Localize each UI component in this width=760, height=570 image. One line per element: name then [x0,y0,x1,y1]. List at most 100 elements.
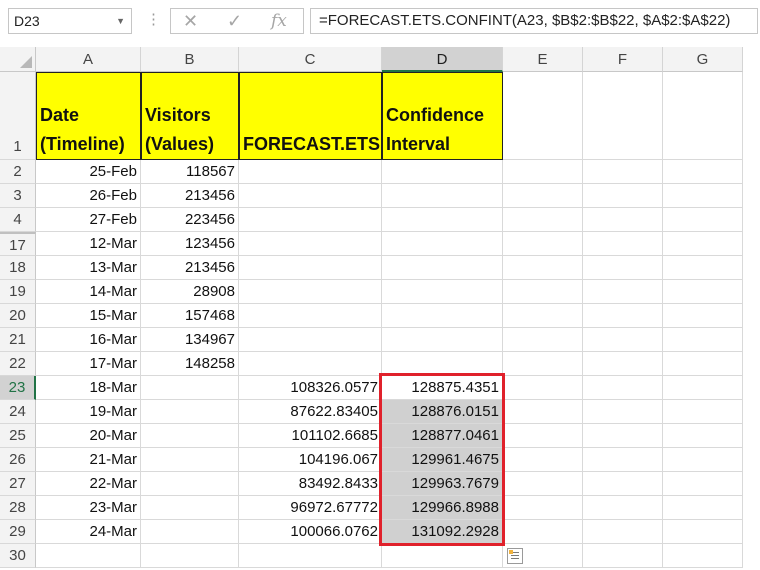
cell-f19[interactable] [583,280,663,304]
chevron-down-icon[interactable]: ▼ [116,9,125,33]
cell-c20[interactable] [239,304,382,328]
cell-d17[interactable] [382,232,503,256]
cell-d21[interactable] [382,328,503,352]
column-header-f[interactable]: F [583,47,663,72]
row-header-1[interactable]: 1 [0,72,36,160]
row-header-26[interactable]: 26 [0,448,36,472]
cell-b28[interactable] [141,496,239,520]
cell-f18[interactable] [583,256,663,280]
cell-f17[interactable] [583,232,663,256]
cell-c22[interactable] [239,352,382,376]
cell-a28[interactable]: 23-Mar [36,496,141,520]
cell-a30[interactable] [36,544,141,568]
cell-f25[interactable] [583,424,663,448]
cell-c18[interactable] [239,256,382,280]
header-cell-b[interactable]: Visitors (Values) [141,72,239,160]
cell-g17[interactable] [663,232,743,256]
cancel-icon[interactable]: ✕ [183,11,198,32]
column-header-e[interactable]: E [503,47,583,72]
cell-f3[interactable] [583,184,663,208]
cell-g18[interactable] [663,256,743,280]
cell-e28[interactable] [503,496,583,520]
cell-b19[interactable]: 28908 [141,280,239,304]
header-cell-d[interactable]: Confidence Interval [382,72,503,160]
cell-a29[interactable]: 24-Mar [36,520,141,544]
row-header-23[interactable]: 23 [0,376,36,400]
cell-b18[interactable]: 213456 [141,256,239,280]
cell-c27[interactable]: 83492.8433 [239,472,382,496]
cell-f28[interactable] [583,496,663,520]
cell-c23[interactable]: 108326.0577 [239,376,382,400]
cell-e24[interactable] [503,400,583,424]
cell-g25[interactable] [663,424,743,448]
cell-c2[interactable] [239,160,382,184]
cell-a19[interactable]: 14-Mar [36,280,141,304]
column-header-a[interactable]: A [36,47,141,72]
cell-d19[interactable] [382,280,503,304]
cell-d20[interactable] [382,304,503,328]
column-header-d[interactable]: D [382,47,503,72]
cell-g4[interactable] [663,208,743,232]
column-header-c[interactable]: C [239,47,382,72]
cell-b25[interactable] [141,424,239,448]
cell-e19[interactable] [503,280,583,304]
header-cell-c[interactable]: FORECAST.ETS [239,72,382,160]
cell-g26[interactable] [663,448,743,472]
enter-icon[interactable]: ✓ [227,11,242,32]
cell-d3[interactable] [382,184,503,208]
cell-a22[interactable]: 17-Mar [36,352,141,376]
cell-e20[interactable] [503,304,583,328]
cell-c25[interactable]: 101102.6685 [239,424,382,448]
cell-a20[interactable]: 15-Mar [36,304,141,328]
cell-f2[interactable] [583,160,663,184]
empty-cell[interactable] [503,72,583,160]
cell-a3[interactable]: 26-Feb [36,184,141,208]
cell-b30[interactable] [141,544,239,568]
select-all-button[interactable] [0,47,36,72]
cell-b26[interactable] [141,448,239,472]
column-header-g[interactable]: G [663,47,743,72]
cell-e18[interactable] [503,256,583,280]
cell-g23[interactable] [663,376,743,400]
row-header-21[interactable]: 21 [0,328,36,352]
row-header-28[interactable]: 28 [0,496,36,520]
cell-c24[interactable]: 87622.83405 [239,400,382,424]
cell-e21[interactable] [503,328,583,352]
row-header-20[interactable]: 20 [0,304,36,328]
cell-a2[interactable]: 25-Feb [36,160,141,184]
cell-a21[interactable]: 16-Mar [36,328,141,352]
cell-a23[interactable]: 18-Mar [36,376,141,400]
cell-f4[interactable] [583,208,663,232]
cell-b4[interactable]: 223456 [141,208,239,232]
cell-b27[interactable] [141,472,239,496]
cell-b24[interactable] [141,400,239,424]
cell-c21[interactable] [239,328,382,352]
insert-function-icon[interactable]: fx [271,11,287,31]
cell-g22[interactable] [663,352,743,376]
cell-b2[interactable]: 118567 [141,160,239,184]
row-header-27[interactable]: 27 [0,472,36,496]
cell-c3[interactable] [239,184,382,208]
row-header-17[interactable]: 17 [0,232,36,256]
cell-c19[interactable] [239,280,382,304]
cell-e27[interactable] [503,472,583,496]
cell-f30[interactable] [583,544,663,568]
cell-a17[interactable]: 12-Mar [36,232,141,256]
cell-c28[interactable]: 96972.67772 [239,496,382,520]
cell-b20[interactable]: 157468 [141,304,239,328]
column-header-b[interactable]: B [141,47,239,72]
cell-a26[interactable]: 21-Mar [36,448,141,472]
cell-a18[interactable]: 13-Mar [36,256,141,280]
row-header-2[interactable]: 2 [0,160,36,184]
cell-f27[interactable] [583,472,663,496]
cell-c4[interactable] [239,208,382,232]
cell-f22[interactable] [583,352,663,376]
cell-f26[interactable] [583,448,663,472]
cell-e26[interactable] [503,448,583,472]
quick-analysis-icon[interactable] [507,548,523,564]
cell-g28[interactable] [663,496,743,520]
cell-d4[interactable] [382,208,503,232]
empty-cell[interactable] [663,72,743,160]
drag-handle-icon[interactable]: ⋮ [146,12,161,27]
row-header-30[interactable]: 30 [0,544,36,568]
